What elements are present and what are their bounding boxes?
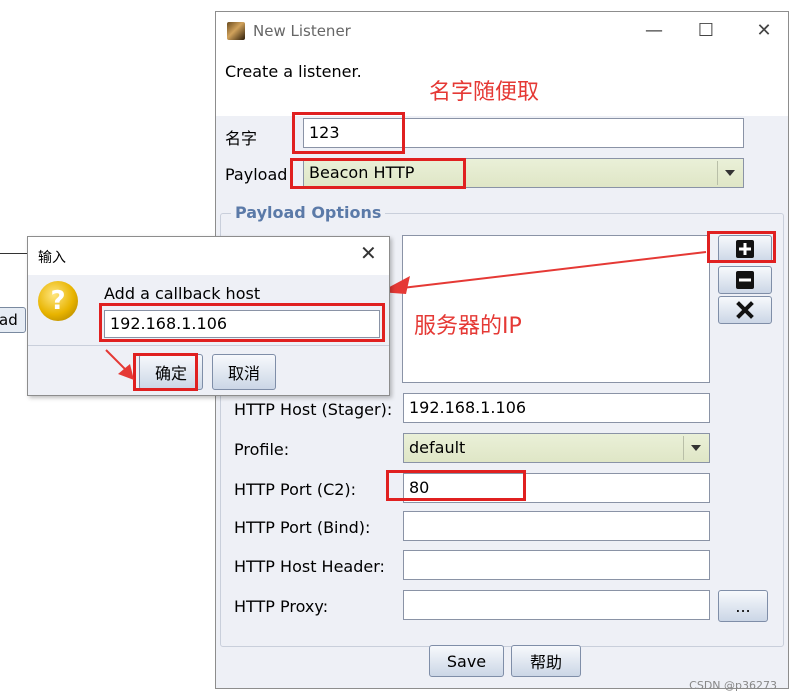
http-proxy-input[interactable] [403,590,710,620]
http-host-header-label: HTTP Host Header: [234,557,385,576]
proxy-browse-button[interactable]: ... [718,590,768,622]
close-icon[interactable]: ✕ [751,18,777,44]
profile-label: Profile: [234,440,290,459]
http-port-bind-label: HTTP Port (Bind): [234,518,371,537]
app-logo-icon [227,22,245,40]
chevron-down-icon[interactable] [683,436,707,460]
http-host-header-input[interactable] [403,550,710,580]
http-port-bind-input[interactable] [403,511,710,541]
minimize-icon[interactable]: — [641,18,667,44]
dialog-divider [28,345,389,346]
http-port-c2-label: HTTP Port (C2): [234,480,357,499]
question-icon: ? [38,281,78,321]
http-host-stager-label: HTTP Host (Stager): [234,400,393,419]
ok-highlight-box [133,353,198,391]
background-button[interactable]: ad [0,307,26,333]
ip-annotation: 服务器的IP [414,314,522,339]
watermark: CSDN @p36273 [689,679,777,692]
clear-hosts-button[interactable] [718,296,772,324]
http-proxy-label: HTTP Proxy: [234,597,329,616]
window-titlebar: New Listener — ☐ ✕ [216,12,788,50]
ok-annotation-arrow [105,349,134,380]
port-highlight-box [386,470,526,501]
help-button[interactable]: 帮助 [511,645,581,677]
profile-select[interactable]: default [403,433,710,463]
payload-highlight-box [290,158,466,189]
add-button-highlight-box [707,231,776,263]
x-icon [736,301,754,319]
name-label: 名字 [225,129,258,148]
profile-select-value: default [409,438,466,457]
payload-label: Payload [225,165,288,184]
dialog-title: 输入 [38,250,66,266]
chevron-down-icon[interactable] [717,161,741,185]
name-highlight-box [292,112,405,154]
annotation-arrow [380,251,707,294]
background-divider [0,253,30,254]
header-text: Create a listener. [225,62,362,81]
minus-icon [736,271,754,289]
name-annotation: 名字随便取 [429,80,540,105]
payload-options-legend: Payload Options [231,203,386,222]
cancel-button[interactable]: 取消 [212,354,276,390]
maximize-icon[interactable]: ☐ [693,18,719,44]
close-icon[interactable]: ✕ [360,241,377,265]
dialog-titlebar: 输入 ✕ [28,237,389,275]
http-host-stager-input[interactable]: 192.168.1.106 [403,393,710,423]
save-button[interactable]: Save [429,645,504,677]
dialog-input-highlight-box [99,303,385,342]
window-title: New Listener [253,22,351,40]
dialog-prompt: Add a callback host [104,284,261,303]
remove-host-button[interactable] [718,266,772,294]
